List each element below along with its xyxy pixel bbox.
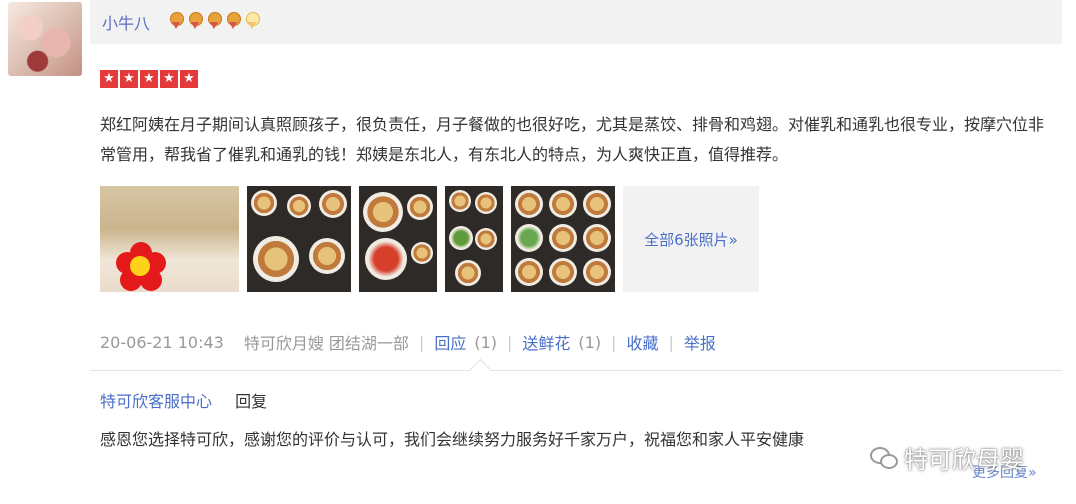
separator: |	[611, 332, 617, 352]
photo-strip: 全部6张照片»	[100, 186, 759, 292]
reply-label: 回复	[235, 392, 268, 411]
watermark: 特可欣母婴	[870, 440, 1024, 475]
photo-thumbnail[interactable]	[511, 186, 615, 292]
medal-icon	[168, 12, 184, 30]
divider	[90, 370, 1062, 371]
photo-thumbnail[interactable]	[445, 186, 503, 292]
star-icon: ★	[160, 70, 178, 88]
medal-icon	[187, 12, 203, 30]
photo-thumbnail[interactable]	[359, 186, 437, 292]
reply-text: 感恩您选择特可欣，感谢您的评价与认可，我们会继续努力服务好千家万户，祝福您和家人…	[100, 430, 805, 449]
star-icon: ★	[100, 70, 118, 88]
user-avatar[interactable]	[8, 2, 82, 76]
review-header: 小牛八	[90, 0, 1062, 44]
reply-header: 特可欣客服中心 回复	[100, 388, 267, 412]
star-icon: ★	[120, 70, 138, 88]
photo-thumbnail[interactable]	[100, 186, 239, 292]
star-icon: ★	[180, 70, 198, 88]
reply-author-link[interactable]: 特可欣客服中心	[100, 392, 212, 411]
reply-count: (1)	[474, 332, 497, 352]
review-source: 特可欣月嫂 团结湖一部	[243, 334, 409, 353]
medal-half-icon	[244, 12, 260, 30]
all-photos-link[interactable]: 全部6张照片»	[623, 186, 759, 292]
medal-icon	[206, 12, 222, 30]
separator: |	[668, 332, 674, 352]
star-icon: ★	[140, 70, 158, 88]
reply-link[interactable]: 回应	[434, 330, 466, 354]
user-medals	[168, 12, 260, 30]
review-text: 郑红阿姨在月子期间认真照顾孩子，很负责任，月子餐做的也很好吃，尤其是蒸饺、排骨和…	[100, 115, 1045, 164]
wechat-icon	[870, 446, 898, 469]
send-flower-link[interactable]: 送鲜花	[522, 330, 570, 354]
favorite-link[interactable]: 收藏	[626, 330, 658, 354]
separator: |	[507, 332, 513, 352]
report-link[interactable]: 举报	[684, 330, 716, 354]
review-datetime: 20-06-21 10:43	[100, 332, 224, 352]
medal-icon	[225, 12, 241, 30]
username-link[interactable]: 小牛八	[102, 10, 150, 34]
flower-sticker-icon	[116, 242, 166, 292]
photo-thumbnail[interactable]	[247, 186, 351, 292]
review-meta: 20-06-21 10:43 特可欣月嫂 团结湖一部 | 回应 (1) | 送鲜…	[100, 330, 716, 354]
reply-pointer	[469, 358, 492, 381]
rating-stars: ★ ★ ★ ★ ★	[100, 70, 198, 88]
separator: |	[418, 332, 425, 352]
flower-count: (1)	[578, 332, 602, 352]
watermark-text: 特可欣母婴	[904, 446, 1024, 474]
